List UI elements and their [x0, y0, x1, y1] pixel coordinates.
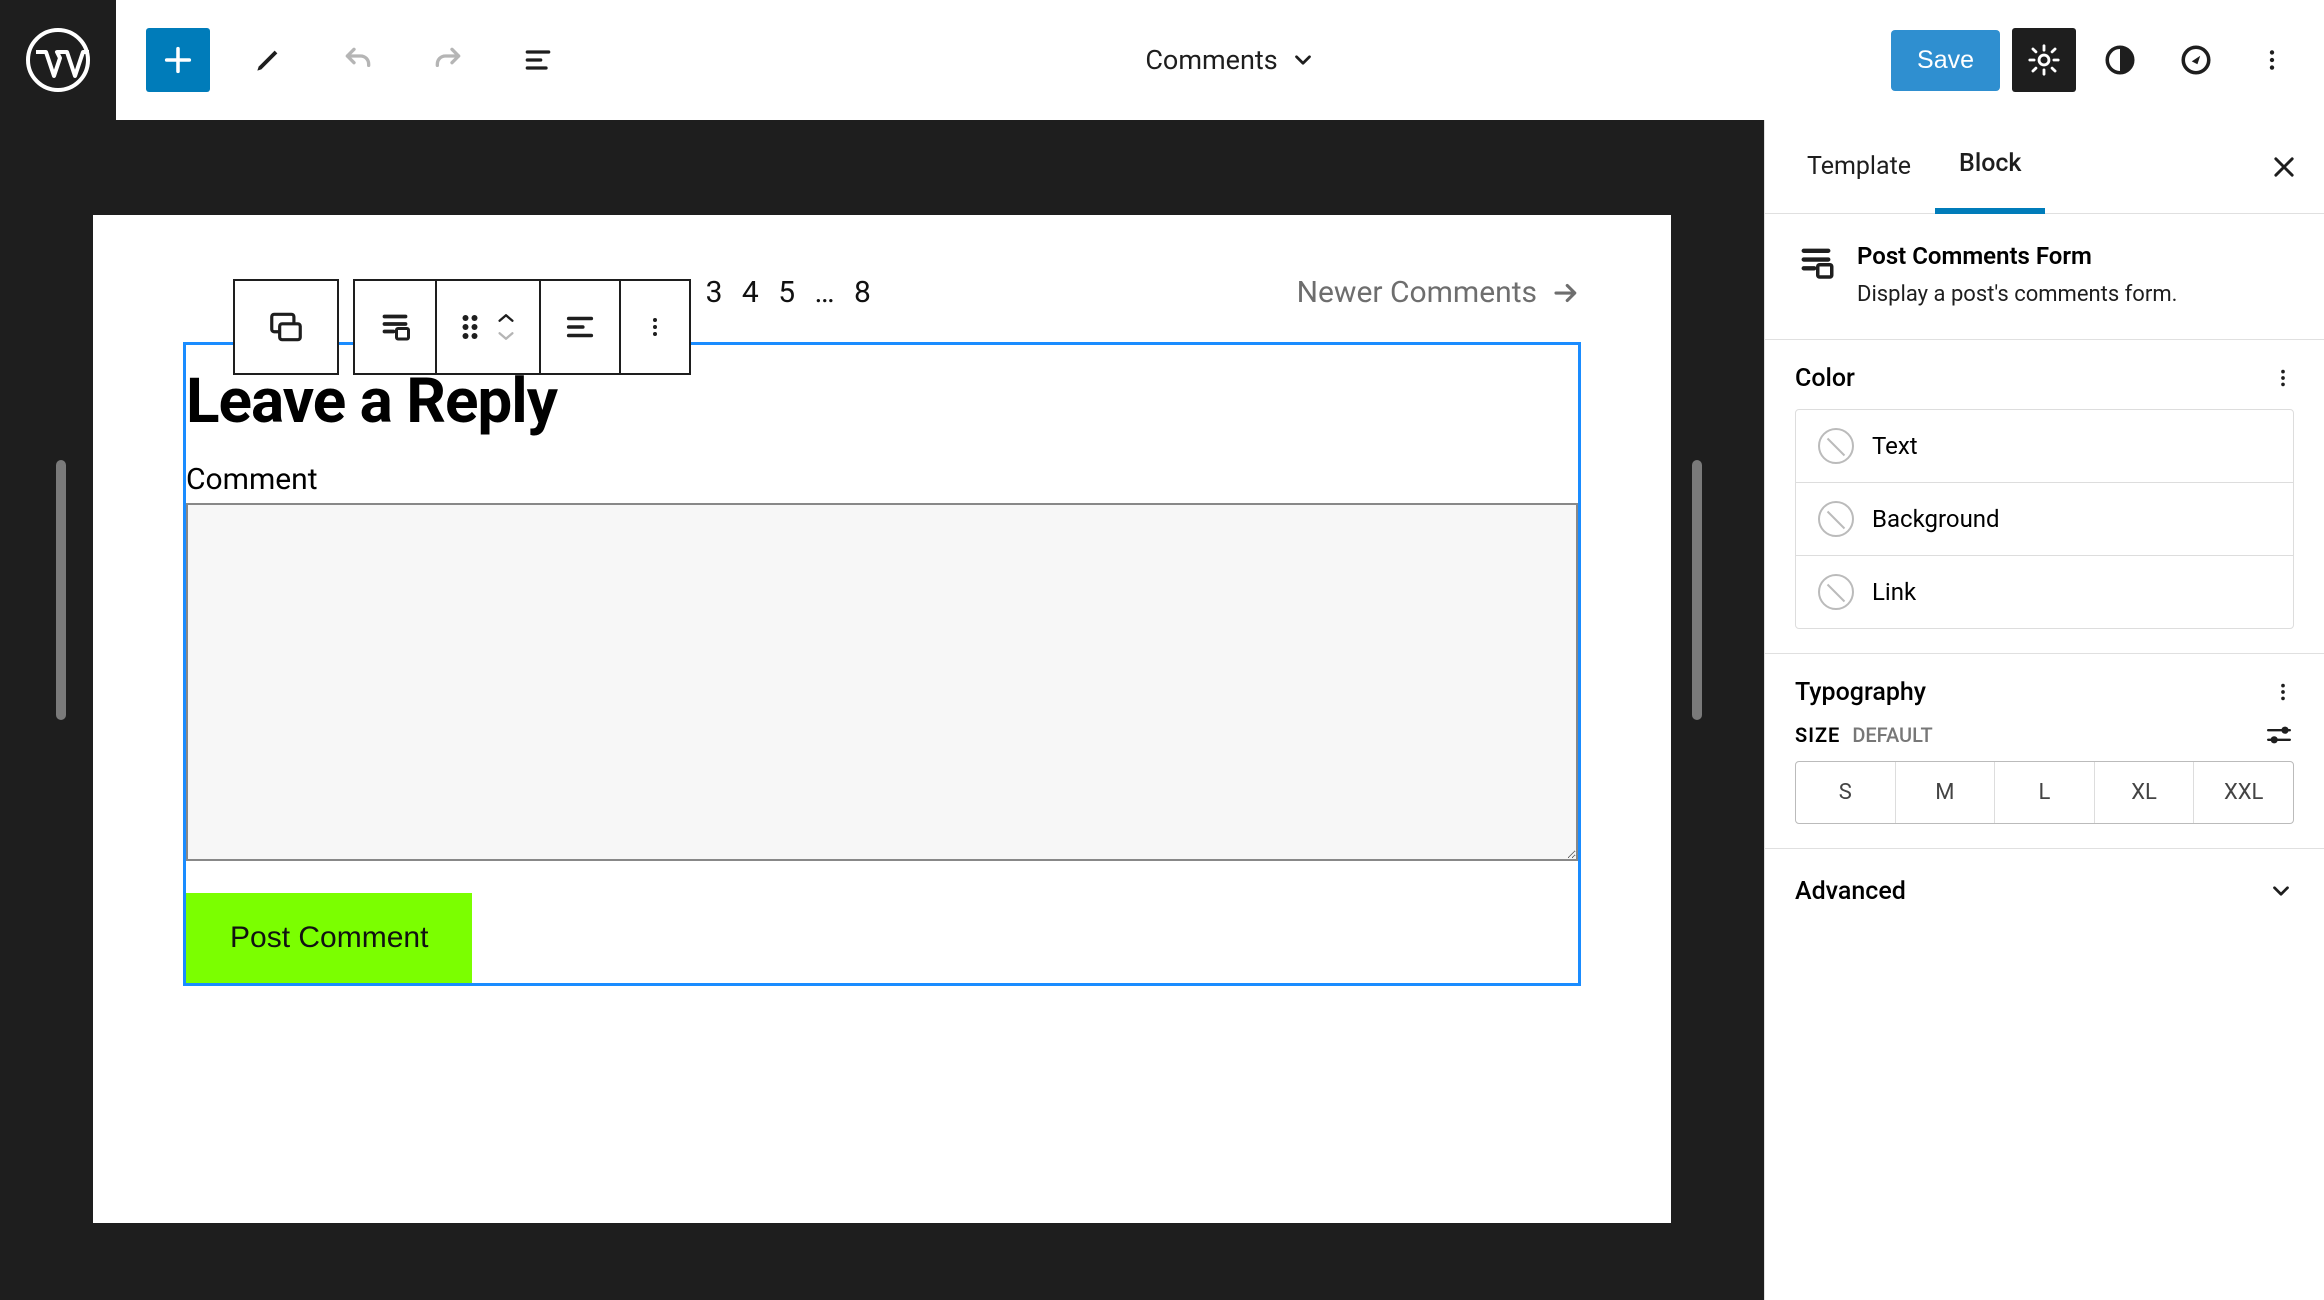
canvas-resize-handle-left[interactable] [56, 460, 66, 720]
redo-button[interactable] [416, 28, 480, 92]
size-xxl[interactable]: XXL [2194, 762, 2293, 823]
advanced-label: Advanced [1795, 877, 1906, 906]
tab-block[interactable]: Block [1935, 120, 2045, 214]
block-align-button[interactable] [541, 281, 621, 373]
color-panel: Color Text Background Link [1765, 340, 2324, 654]
editor-canvas: 1 2 3 4 5 … 8 Newer Comments Leave a Rep… [0, 120, 1764, 1300]
tab-template[interactable]: Template [1783, 122, 1935, 211]
close-sidebar-button[interactable] [2262, 145, 2306, 189]
typography-panel-options-button[interactable] [2272, 679, 2294, 705]
select-parent-button[interactable] [235, 281, 337, 373]
post-comments-form-block[interactable]: Leave a Reply Comment Post Comment [183, 342, 1581, 986]
wordpress-logo-icon [26, 28, 90, 92]
undo-button[interactable] [326, 28, 390, 92]
more-vertical-icon [2259, 47, 2285, 73]
save-button[interactable]: Save [1891, 30, 2000, 91]
canvas-resize-handle-right[interactable] [1692, 460, 1702, 720]
settings-button[interactable] [2012, 28, 2076, 92]
gear-icon [2027, 43, 2061, 77]
block-options-button[interactable] [621, 281, 689, 373]
color-row-label: Background [1872, 505, 2000, 533]
undo-icon [342, 44, 374, 76]
wordpress-logo-button[interactable] [0, 0, 116, 120]
font-size-presets: S M L XL XXL [1795, 761, 2294, 824]
block-inserter-button[interactable] [146, 28, 210, 92]
color-row-background[interactable]: Background [1796, 483, 2293, 556]
styles-icon [2103, 43, 2137, 77]
compass-icon [2179, 43, 2213, 77]
color-row-label: Text [1872, 432, 1918, 460]
post-comments-form-icon [1795, 242, 1837, 284]
color-list: Text Background Link [1795, 409, 2294, 629]
newer-comments-link[interactable]: Newer Comments [1297, 275, 1581, 310]
block-toolbar-main [353, 279, 691, 375]
block-type-button[interactable] [355, 281, 437, 373]
arrow-right-icon [1551, 278, 1581, 308]
chevron-down-icon [2268, 878, 2294, 904]
empty-swatch-icon [1818, 574, 1854, 610]
size-label: SIZE [1795, 723, 1840, 747]
empty-swatch-icon [1818, 501, 1854, 537]
color-row-link[interactable]: Link [1796, 556, 2293, 628]
size-xl[interactable]: XL [2095, 762, 2195, 823]
size-default-label: DEFAULT [1852, 723, 1932, 747]
document-title-area[interactable]: Comments [570, 44, 1891, 76]
sidebar-tabs: Template Block [1765, 120, 2324, 214]
list-view-icon [522, 44, 554, 76]
size-m[interactable]: M [1896, 762, 1996, 823]
comments-parent-icon [267, 308, 305, 346]
post-comment-button[interactable]: Post Comment [186, 893, 472, 983]
block-toolbar-parent-group [233, 279, 339, 375]
align-icon [563, 310, 597, 344]
editor-top-toolbar: Comments Save [0, 0, 2324, 120]
block-card-title: Post Comments Form [1857, 242, 2177, 270]
move-up-button[interactable] [495, 311, 517, 325]
color-row-label: Link [1872, 578, 1916, 606]
size-s[interactable]: S [1796, 762, 1896, 823]
post-comments-form-icon [377, 309, 413, 345]
block-mover-group [437, 281, 541, 373]
drag-handle-icon[interactable] [459, 312, 481, 342]
tools-button[interactable] [236, 28, 300, 92]
document-title: Comments [1145, 44, 1277, 76]
redo-icon [432, 44, 464, 76]
editor-main-row: 1 2 3 4 5 … 8 Newer Comments Leave a Rep… [0, 120, 2324, 1300]
more-options-button[interactable] [2240, 28, 2304, 92]
document-overview-button[interactable] [506, 28, 570, 92]
chevron-down-icon [1290, 47, 1316, 73]
toolbar-right-group: Save [1891, 28, 2304, 92]
toolbar-left-group [146, 28, 570, 92]
block-card-description: Display a post's comments form. [1857, 280, 2177, 311]
color-panel-title: Color [1795, 364, 1855, 393]
comment-field-label: Comment [186, 462, 1578, 503]
newer-comments-label: Newer Comments [1297, 275, 1537, 310]
size-l[interactable]: L [1995, 762, 2095, 823]
block-toolbar [233, 279, 691, 375]
empty-swatch-icon [1818, 428, 1854, 464]
color-row-text[interactable]: Text [1796, 410, 2293, 483]
advanced-panel-toggle[interactable]: Advanced [1765, 849, 2324, 934]
template-canvas-card: 1 2 3 4 5 … 8 Newer Comments Leave a Rep… [93, 215, 1671, 1223]
move-down-button[interactable] [495, 329, 517, 343]
size-custom-toggle-button[interactable] [2264, 723, 2294, 747]
plus-icon [161, 43, 195, 77]
more-vertical-icon [643, 312, 667, 342]
close-icon [2270, 153, 2298, 181]
settings-sidebar: Template Block Post Comments Form Displa… [1764, 120, 2324, 1300]
typography-panel-title: Typography [1795, 678, 1926, 707]
styles-button[interactable] [2088, 28, 2152, 92]
typography-panel: Typography SIZE DEFAULT S M L XL XXL [1765, 654, 2324, 849]
color-panel-options-button[interactable] [2272, 365, 2294, 391]
comment-textarea[interactable] [186, 503, 1578, 861]
view-button[interactable] [2164, 28, 2228, 92]
block-card: Post Comments Form Display a post's comm… [1765, 214, 2324, 340]
pencil-icon [252, 44, 284, 76]
